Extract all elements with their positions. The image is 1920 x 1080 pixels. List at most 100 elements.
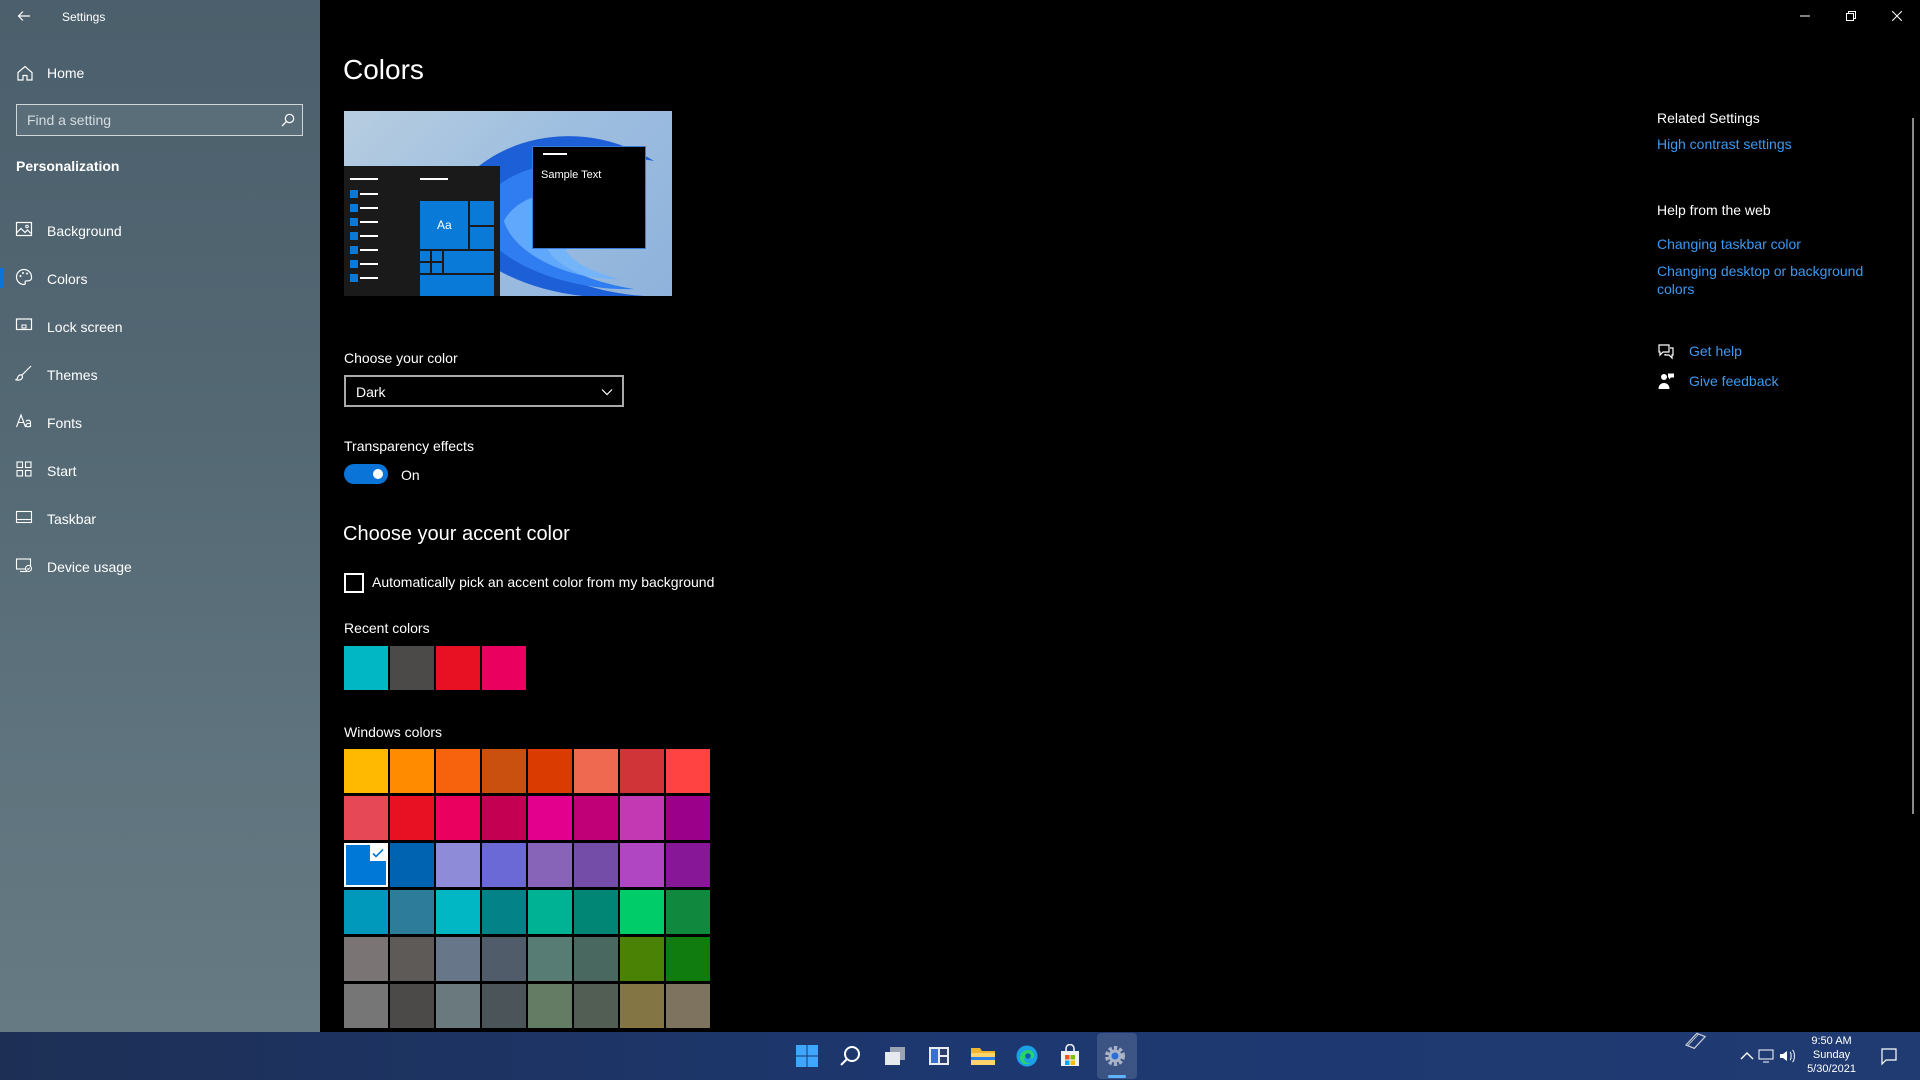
windows-color-swatch[interactable] (344, 984, 388, 1028)
desktop-color-link[interactable]: Changing desktop or background colors (1657, 262, 1877, 298)
search-icon[interactable] (280, 112, 296, 128)
task-view-button[interactable] (879, 1040, 911, 1072)
windows-color-swatch[interactable] (620, 937, 664, 981)
windows-color-swatch[interactable] (620, 890, 664, 934)
edge-button[interactable] (1011, 1040, 1043, 1072)
color-mode-dropdown[interactable]: Dark (344, 375, 624, 407)
start-button[interactable] (791, 1040, 823, 1072)
windows-color-swatch[interactable] (482, 937, 526, 981)
recent-color-swatch[interactable] (390, 646, 434, 690)
settings-app-button[interactable] (1099, 1040, 1131, 1072)
windows-color-swatch[interactable] (344, 749, 388, 793)
restore-button[interactable] (1828, 0, 1874, 32)
give-feedback-link[interactable]: Give feedback (1689, 373, 1779, 389)
sidebar-item-themes[interactable]: Themes (0, 350, 320, 398)
windows-color-swatch[interactable] (666, 843, 710, 887)
store-button[interactable] (1054, 1040, 1086, 1072)
sidebar-item-colors[interactable]: Colors (0, 254, 320, 302)
windows-color-swatch[interactable] (482, 984, 526, 1028)
sidebar-item-start[interactable]: Start (0, 446, 320, 494)
sidebar-nav: Background Colors Lock screen Themes Fon… (0, 206, 320, 590)
back-button[interactable] (8, 4, 40, 28)
close-button[interactable] (1874, 0, 1920, 32)
windows-color-swatch[interactable] (390, 984, 434, 1028)
recent-color-swatch[interactable] (436, 646, 480, 690)
windows-color-swatch[interactable] (436, 890, 480, 934)
sidebar-item-fonts[interactable]: Fonts (0, 398, 320, 446)
search-box[interactable] (16, 104, 303, 136)
minimize-button[interactable] (1782, 0, 1828, 32)
recent-color-swatch[interactable] (344, 646, 388, 690)
windows-color-swatch[interactable] (620, 796, 664, 840)
sidebar-home[interactable]: Home (0, 56, 320, 90)
transparency-toggle[interactable] (344, 464, 388, 484)
give-feedback-row[interactable]: Give feedback (1657, 372, 1897, 390)
windows-color-swatch[interactable] (436, 937, 480, 981)
windows-color-swatch[interactable] (574, 984, 618, 1028)
taskbar-color-link[interactable]: Changing taskbar color (1657, 236, 1897, 252)
windows-color-swatch[interactable] (528, 749, 572, 793)
windows-color-swatch[interactable] (436, 843, 480, 887)
sidebar-item-taskbar[interactable]: Taskbar (0, 494, 320, 542)
windows-color-swatch[interactable] (620, 984, 664, 1028)
windows-color-swatch[interactable] (528, 843, 572, 887)
image-icon (15, 221, 33, 237)
get-help-row[interactable]: Get help (1657, 342, 1897, 360)
windows-color-swatch[interactable] (620, 749, 664, 793)
windows-color-swatch[interactable] (574, 937, 618, 981)
windows-color-swatch[interactable] (482, 843, 526, 887)
preview-sample-window: Sample Text (532, 146, 646, 249)
windows-color-swatch[interactable] (528, 937, 572, 981)
device-icon (15, 558, 33, 573)
sidebar-item-lock-screen[interactable]: Lock screen (0, 302, 320, 350)
windows-color-swatch[interactable] (390, 796, 434, 840)
recent-color-swatch[interactable] (482, 646, 526, 690)
windows-color-swatch[interactable] (390, 749, 434, 793)
windows-color-swatch[interactable] (344, 937, 388, 981)
windows-color-swatch[interactable] (482, 749, 526, 793)
sidebar-item-device-usage[interactable]: Device usage (0, 542, 320, 590)
windows-color-swatch[interactable] (482, 890, 526, 934)
windows-color-swatch[interactable] (666, 937, 710, 981)
high-contrast-link[interactable]: High contrast settings (1657, 136, 1897, 152)
file-explorer-button[interactable] (967, 1040, 999, 1072)
windows-color-swatch[interactable] (528, 984, 572, 1028)
windows-color-swatch[interactable] (574, 890, 618, 934)
sidebar-item-background[interactable]: Background (0, 206, 320, 254)
windows-color-swatch[interactable] (436, 984, 480, 1028)
sidebar-item-label: Device usage (47, 559, 132, 575)
windows-color-swatch[interactable] (574, 796, 618, 840)
windows-color-swatch[interactable] (390, 843, 434, 887)
windows-color-swatch[interactable] (436, 749, 480, 793)
windows-color-swatch[interactable] (436, 796, 480, 840)
minimize-icon (1800, 15, 1810, 17)
chevron-up-icon[interactable] (1738, 1046, 1756, 1066)
widgets-button[interactable] (923, 1040, 955, 1072)
windows-color-swatch[interactable] (666, 984, 710, 1028)
network-icon[interactable] (1758, 1046, 1776, 1066)
notebook-logo-icon (1684, 1032, 1707, 1050)
notification-icon[interactable] (1880, 1046, 1898, 1066)
auto-accent-checkbox[interactable] (344, 573, 364, 593)
scrollbar[interactable] (1912, 118, 1914, 814)
windows-color-swatch[interactable] (344, 843, 388, 887)
windows-color-swatch[interactable] (528, 796, 572, 840)
volume-icon[interactable] (1778, 1046, 1796, 1066)
windows-color-swatch[interactable] (344, 796, 388, 840)
windows-color-swatch[interactable] (666, 890, 710, 934)
windows-color-swatch[interactable] (620, 843, 664, 887)
windows-color-swatch[interactable] (390, 890, 434, 934)
windows-color-swatch[interactable] (482, 796, 526, 840)
taskbar-clock[interactable]: 9:50 AM Sunday 5/30/2021 (1807, 1034, 1856, 1076)
taskbar-icon (15, 510, 33, 524)
search-input[interactable] (17, 105, 267, 135)
windows-color-swatch[interactable] (344, 890, 388, 934)
windows-color-swatch[interactable] (528, 890, 572, 934)
windows-color-swatch[interactable] (666, 796, 710, 840)
windows-color-swatch[interactable] (666, 749, 710, 793)
windows-color-swatch[interactable] (390, 937, 434, 981)
taskbar-search-button[interactable] (835, 1040, 867, 1072)
windows-color-swatch[interactable] (574, 843, 618, 887)
get-help-link[interactable]: Get help (1689, 343, 1742, 359)
windows-color-swatch[interactable] (574, 749, 618, 793)
